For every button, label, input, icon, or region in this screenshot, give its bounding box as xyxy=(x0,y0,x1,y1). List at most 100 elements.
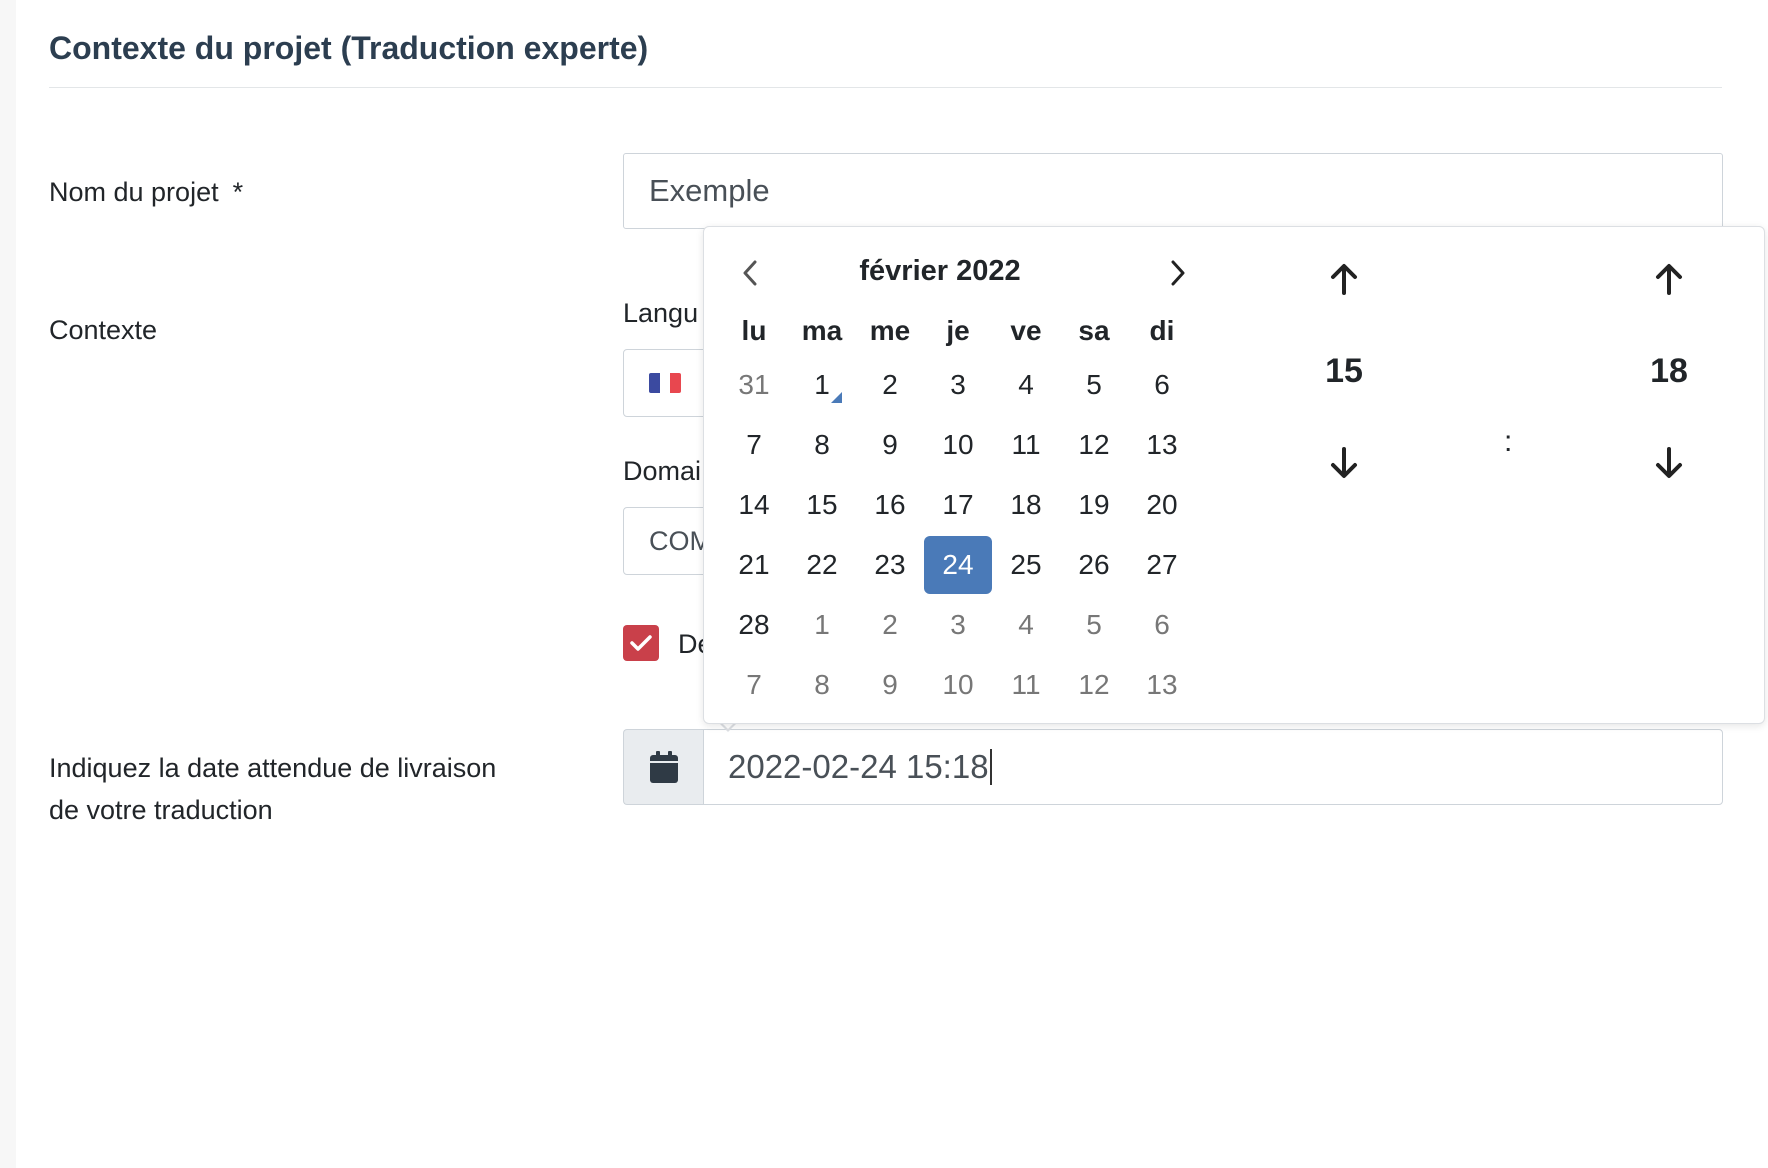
calendar-week-row: 14 15 16 17 18 19 20 xyxy=(720,475,1196,535)
chevron-right-icon xyxy=(1171,260,1185,286)
calendar-day[interactable]: 23 xyxy=(856,535,924,595)
calendar-day[interactable]: 8 xyxy=(788,655,856,715)
hour-value: 15 xyxy=(1325,351,1363,390)
calendar-day[interactable]: 31 xyxy=(720,355,788,415)
calendar-day[interactable]: 5 xyxy=(1060,355,1128,415)
calendar-day[interactable]: 14 xyxy=(720,475,788,535)
text-caret xyxy=(989,749,992,785)
calendar-day[interactable]: 9 xyxy=(856,655,924,715)
delivery-date-group: 2022-02-24 15:18 xyxy=(623,729,1723,805)
calendar-day[interactable]: 4 xyxy=(992,355,1060,415)
calendar-day[interactable]: 3 xyxy=(924,595,992,655)
decrement-hour-button[interactable] xyxy=(1304,439,1384,487)
calendar-day[interactable]: 1 xyxy=(788,595,856,655)
delivery-date-value: 2022-02-24 15:18 xyxy=(728,748,989,785)
arrow-down-icon xyxy=(1331,447,1357,478)
calendar-day[interactable]: 13 xyxy=(1128,655,1196,715)
arrow-up-icon xyxy=(1656,264,1682,295)
decrement-minute-button[interactable] xyxy=(1629,439,1709,487)
project-name-label-text: Nom du projet xyxy=(49,177,219,207)
context-label: Contexte xyxy=(49,315,158,345)
calendar-day[interactable]: 4 xyxy=(992,595,1060,655)
calendar-day[interactable]: 7 xyxy=(720,655,788,715)
checkmark-icon xyxy=(630,635,652,651)
calendar-day[interactable]: 12 xyxy=(1060,655,1128,715)
calendar-day[interactable]: 16 xyxy=(856,475,924,535)
calendar-day[interactable]: 2 xyxy=(856,355,924,415)
calendar-day[interactable]: 21 xyxy=(720,535,788,595)
delivery-date-input[interactable]: 2022-02-24 15:18 xyxy=(703,729,1723,805)
calendar-day[interactable]: 13 xyxy=(1128,415,1196,475)
calendar-day[interactable]: 22 xyxy=(788,535,856,595)
calendar-day[interactable]: 8 xyxy=(788,415,856,475)
weekday-header: lu xyxy=(741,315,767,346)
context-checkbox[interactable] xyxy=(623,625,659,661)
calendar-day[interactable]: 15 xyxy=(788,475,856,535)
calendar-button[interactable] xyxy=(623,729,703,805)
minute-column: 18 xyxy=(1629,255,1709,487)
calendar-day[interactable]: 7 xyxy=(720,415,788,475)
calendar-week-row: 7 8 9 10 11 12 13 xyxy=(720,655,1196,715)
weekday-header: sa xyxy=(1078,315,1110,346)
hour-column: 15 xyxy=(1304,255,1384,487)
calendar-day[interactable]: 5 xyxy=(1060,595,1128,655)
france-flag-icon xyxy=(649,373,681,393)
calendar-day[interactable]: 18 xyxy=(992,475,1060,535)
next-month-button[interactable] xyxy=(1158,249,1198,297)
weekday-header: ma xyxy=(801,315,843,346)
calendar-body: 31 1 2 3 4 5 6 7 8 9 10 11 12 13 14 15 16 17 18 19 20 21 22 23 2… xyxy=(720,355,1196,715)
weekday-row: lu ma me je ve sa di xyxy=(720,307,1196,355)
weekday-header: je xyxy=(946,315,970,346)
calendar-header: février 2022 xyxy=(720,249,1185,297)
today-day[interactable]: 1 xyxy=(788,355,856,415)
datetime-picker: février 2022 lu ma me je ve sa di 31 1 2 3 4 5 6 7 8 9 1… xyxy=(703,226,1765,724)
delivery-label-line2: de votre traduction xyxy=(49,795,273,825)
required-mark: * xyxy=(232,177,244,207)
arrow-down-icon xyxy=(1656,447,1682,478)
calendar-day[interactable]: 9 xyxy=(856,415,924,475)
delivery-label: Indiquez la date attendue de livraison d… xyxy=(49,747,496,831)
project-name-label: Nom du projet * xyxy=(49,171,243,213)
calendar-day[interactable]: 25 xyxy=(992,535,1060,595)
calendar-day[interactable]: 28 xyxy=(720,595,788,655)
selected-day[interactable]: 24 xyxy=(924,535,992,595)
month-title[interactable]: février 2022 xyxy=(720,255,1160,288)
hour-cell[interactable]: 15 xyxy=(1304,303,1384,439)
calendar-week-row: 21 22 23 24 25 26 27 xyxy=(720,535,1196,595)
project-name-input[interactable] xyxy=(623,153,1723,229)
weekday-header: me xyxy=(869,315,911,346)
increment-minute-button[interactable] xyxy=(1629,255,1709,303)
language-label: Langu xyxy=(623,298,699,328)
domain-label: Domai xyxy=(623,456,702,486)
section-title: Contexte du projet (Traduction experte) xyxy=(49,30,649,66)
calendar-day[interactable]: 10 xyxy=(924,655,992,715)
calendar-week-row: 7 8 9 10 11 12 13 xyxy=(720,415,1196,475)
calendar-day[interactable]: 12 xyxy=(1060,415,1128,475)
calendar-day[interactable]: 26 xyxy=(1060,535,1128,595)
minute-cell[interactable]: 18 xyxy=(1629,303,1709,439)
calendar-day[interactable]: 20 xyxy=(1128,475,1196,535)
calendar-day[interactable]: 19 xyxy=(1060,475,1128,535)
delivery-label-line1: Indiquez la date attendue de livraison xyxy=(49,753,497,783)
calendar-day[interactable]: 6 xyxy=(1128,595,1196,655)
minute-value: 18 xyxy=(1650,351,1688,390)
calendar-day[interactable]: 11 xyxy=(992,655,1060,715)
weekday-header: ve xyxy=(1010,315,1042,346)
calendar-grid: lu ma me je ve sa di 31 1 2 3 4 5 6 7 8 9 10 11 12 13 14 15 16… xyxy=(720,307,1196,715)
weekday-header: di xyxy=(1149,315,1175,346)
calendar-day[interactable]: 27 xyxy=(1128,535,1196,595)
increment-hour-button[interactable] xyxy=(1304,255,1384,303)
time-separator: : xyxy=(1504,425,1513,458)
calendar-week-row: 31 1 2 3 4 5 6 xyxy=(720,355,1196,415)
calendar-day[interactable]: 3 xyxy=(924,355,992,415)
selected-day-label: 24 xyxy=(924,536,992,594)
calendar-day[interactable]: 11 xyxy=(992,415,1060,475)
calendar-day[interactable]: 17 xyxy=(924,475,992,535)
calendar-day[interactable]: 10 xyxy=(924,415,992,475)
calendar-week-row: 28 1 2 3 4 5 6 xyxy=(720,595,1196,655)
calendar-day[interactable]: 2 xyxy=(856,595,924,655)
calendar-icon xyxy=(649,751,678,783)
calendar-day[interactable]: 6 xyxy=(1128,355,1196,415)
section-divider xyxy=(49,87,1722,88)
arrow-up-icon xyxy=(1331,264,1357,295)
